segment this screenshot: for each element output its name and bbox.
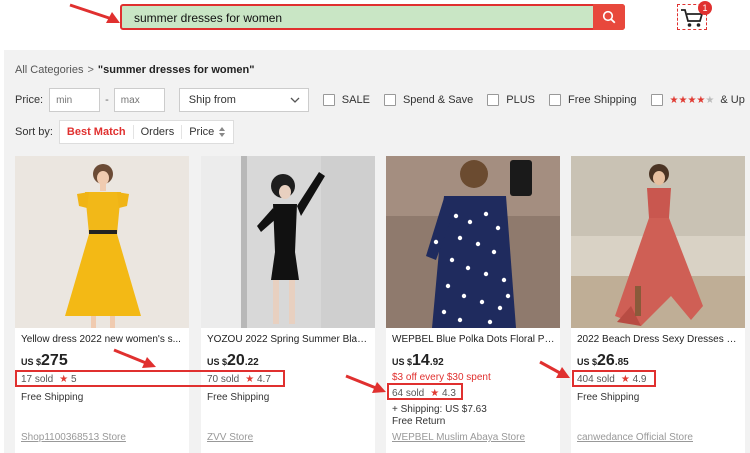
product-stats: 64 sold ★ 4.3 [392, 388, 456, 399]
product-card[interactable]: YOZOU 2022 Spring Summer Black... US $20… [201, 156, 375, 453]
shipping-info: Free Shipping [577, 392, 640, 403]
sort-label: Sort by: [15, 126, 53, 138]
breadcrumb-query: "summer dresses for women" [97, 64, 255, 76]
product-title[interactable]: WEPBEL Blue Polka Dots Floral Pri... [392, 334, 556, 345]
annotation-arrow [539, 360, 570, 378]
breadcrumb-separator: > [87, 64, 94, 76]
free-shipping-checkbox[interactable]: Free Shipping [549, 94, 637, 106]
product-price: US $14.92 [392, 352, 444, 369]
sold-count: 70 sold [207, 374, 240, 385]
product-stats: 404 sold ★ 4.9 [577, 374, 646, 385]
price-dash: - [105, 94, 109, 106]
price-max-input[interactable] [113, 88, 165, 112]
rating-value: 5 [71, 374, 77, 385]
top-bar: 1 [0, 0, 750, 46]
rating-filter-checkbox[interactable]: ★★★★★ & Up [650, 94, 745, 106]
product-card[interactable]: WEPBEL Blue Polka Dots Floral Pri... US … [386, 156, 560, 453]
shipping-info: + Shipping: US $7.63 [392, 404, 487, 415]
product-title[interactable]: Yellow dress 2022 new women's s... [21, 334, 185, 345]
product-image[interactable] [201, 156, 375, 328]
checkbox-label: PLUS [506, 94, 536, 106]
filter-bar: Price: - Ship from SALE Spend & Save PLU… [15, 88, 745, 112]
rating-up-label: & Up [720, 94, 745, 106]
sort-bar: Sort by: Best Match Orders Price [15, 120, 235, 144]
ship-from-dropdown[interactable]: Ship from [178, 88, 309, 112]
sale-checkbox[interactable]: SALE [322, 94, 370, 106]
product-title[interactable]: YOZOU 2022 Spring Summer Black... [207, 334, 371, 345]
sort-best-match[interactable]: Best Match [60, 125, 134, 139]
annotation-arrow [69, 3, 120, 23]
star-icon: ★ [430, 388, 440, 399]
checkbox-label: Spend & Save [402, 94, 474, 106]
sort-options: Best Match Orders Price [58, 120, 235, 144]
shipping-info: Free Shipping [21, 392, 84, 403]
ship-from-label: Ship from [188, 94, 236, 106]
sort-price-label: Price [189, 126, 215, 138]
rating-value: 4.3 [442, 388, 456, 399]
price-min-input[interactable] [49, 88, 101, 112]
product-price: US $26.85 [577, 352, 629, 369]
star-icon: ★ [245, 374, 255, 385]
annotation-arrow [113, 348, 156, 368]
sort-arrows-icon [219, 127, 226, 137]
checkbox-box[interactable] [322, 94, 335, 106]
product-image[interactable] [571, 156, 745, 328]
price-label: Price: [15, 94, 44, 106]
sold-count: 17 sold [21, 374, 54, 385]
store-link[interactable]: Shop1100368513 Store [21, 432, 126, 443]
plus-checkbox[interactable]: PLUS [487, 94, 535, 106]
star-icon: ★ [620, 374, 630, 385]
cart-button[interactable]: 1 [677, 1, 712, 30]
product-title[interactable]: 2022 Beach Dress Sexy Dresses Bo... [577, 334, 741, 345]
product-price: US $275 [21, 352, 68, 369]
store-link[interactable]: ZVV Store [207, 432, 253, 443]
breadcrumb-root-link[interactable]: All Categories [15, 64, 83, 76]
search-input[interactable] [134, 10, 584, 26]
rating-value: 4.9 [632, 374, 647, 385]
chevron-down-icon [290, 97, 300, 103]
free-return-text: Free Return [392, 416, 446, 427]
search-button[interactable] [593, 4, 625, 30]
checkbox-label: SALE [341, 94, 370, 106]
star-icon: ★ [59, 374, 69, 385]
sort-price[interactable]: Price [182, 125, 233, 139]
product-stats: 17 sold ★ 5 [21, 374, 77, 385]
sort-orders[interactable]: Orders [134, 125, 183, 139]
search-bar [120, 4, 625, 30]
checkbox-box[interactable] [487, 94, 500, 106]
store-link[interactable]: WEPBEL Muslim Abaya Store [392, 432, 525, 443]
shipping-info: Free Shipping [207, 392, 270, 403]
promo-text: $3 off every $30 spent [392, 372, 491, 383]
checkbox-label: Free Shipping [568, 94, 637, 106]
product-price: US $20.22 [207, 352, 259, 369]
sold-count: 64 sold [392, 388, 425, 399]
cart-count-badge: 1 [698, 1, 712, 15]
checkbox-box[interactable] [650, 94, 663, 106]
checkbox-box[interactable] [549, 94, 562, 106]
product-card[interactable]: 2022 Beach Dress Sexy Dresses Bo... US $… [571, 156, 745, 453]
sold-count: 404 sold [577, 374, 615, 385]
product-image[interactable] [15, 156, 189, 328]
rating-value: 4.7 [257, 374, 271, 385]
checkbox-box[interactable] [383, 94, 396, 106]
annotation-arrow [345, 374, 386, 393]
search-results-panel: All Categories > "summer dresses for women… [4, 50, 750, 453]
product-stats: 70 sold ★ 4.7 [207, 374, 271, 385]
spend-save-checkbox[interactable]: Spend & Save [383, 94, 474, 106]
product-card[interactable]: Yellow dress 2022 new women's s... US $2… [15, 156, 189, 453]
search-icon [602, 10, 616, 24]
four-star-rating-icon: ★★★★★ [669, 94, 715, 106]
store-link[interactable]: canwedance Official Store [577, 432, 693, 443]
breadcrumb: All Categories > "summer dresses for women… [15, 64, 254, 76]
product-image[interactable] [386, 156, 560, 328]
